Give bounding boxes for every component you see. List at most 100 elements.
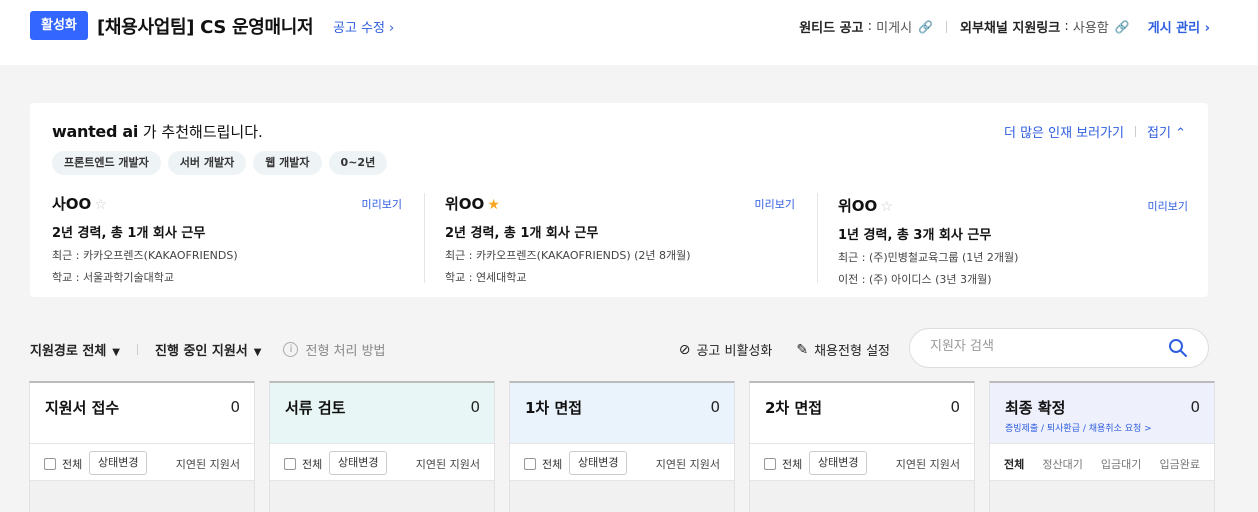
delayed-applications-link[interactable]: 지연된 지원서	[416, 456, 480, 472]
route-dropdown-label: 지원경로 전체	[30, 344, 107, 359]
column-header: 2차 면접 0	[750, 383, 974, 443]
column-count: 0	[950, 398, 960, 416]
stage-column-second-interview: 2차 면접 0 전체 상태변경 지연된 지원서	[749, 381, 975, 512]
link-icon[interactable]: 🔗	[918, 20, 933, 34]
column-body	[990, 481, 1214, 512]
star-icon[interactable]: ☆	[880, 199, 893, 215]
search-icon[interactable]	[1168, 338, 1188, 358]
candidate-name: 사OO	[52, 195, 92, 213]
tab-all[interactable]: 전체	[1004, 456, 1024, 472]
wanted-ai-logo: wanted ai	[52, 122, 139, 141]
tag-chip[interactable]: 웹 개발자	[253, 151, 322, 175]
column-header: 최종 확정 0 증빙제출 / 퇴사환급 / 채용취소 요청 >	[990, 383, 1214, 443]
preview-link[interactable]: 미리보기	[755, 196, 795, 212]
divider	[946, 20, 948, 33]
link-icon[interactable]: 🔗	[1115, 20, 1130, 34]
chevron-right-icon: ›	[388, 21, 395, 36]
select-all-checkbox[interactable]	[284, 458, 296, 470]
column-body	[510, 481, 734, 512]
colon-text: :	[863, 19, 877, 34]
tab-deposit-pending[interactable]: 입금대기	[1101, 456, 1141, 472]
action-bar: ⊘ 공고 비활성화 ✎ 채용전형 설정	[678, 340, 890, 360]
ban-icon: ⊘	[678, 341, 691, 358]
divider	[817, 193, 818, 283]
fold-label: 접기	[1147, 126, 1171, 141]
edit-job-link[interactable]: 공고 수정 ›	[333, 17, 394, 36]
column-title: 최종 확정	[1005, 399, 1066, 417]
external-link-value: 사용함	[1072, 21, 1109, 36]
fold-button[interactable]: 접기 ⌃	[1147, 122, 1186, 141]
deactivate-button[interactable]: ⊘ 공고 비활성화	[678, 340, 773, 360]
select-all-checkbox[interactable]	[524, 458, 536, 470]
candidate-recent: 최근 : (주)민병철교육그룹 (1년 2개월)	[838, 251, 1019, 264]
status-change-button[interactable]: 상태변경	[329, 451, 388, 475]
delayed-applications-link[interactable]: 지연된 지원서	[656, 456, 720, 472]
select-all-label: 전체	[782, 458, 803, 471]
edit-job-label: 공고 수정	[333, 21, 385, 36]
process-settings-button[interactable]: ✎ 채용전형 설정	[796, 340, 890, 360]
column-toolbar: 전체 상태변경 지연된 지원서	[510, 443, 734, 481]
tag-chip[interactable]: 서버 개발자	[167, 151, 247, 175]
column-header: 서류 검토 0	[270, 383, 494, 443]
chevron-up-icon: ⌃	[1175, 126, 1186, 141]
delayed-applications-link[interactable]: 지연된 지원서	[176, 456, 240, 472]
tag-chip[interactable]: 프론트엔드 개발자	[52, 151, 161, 175]
preview-link[interactable]: 미리보기	[362, 196, 402, 212]
filter-bar: 지원경로 전체 ▼ 진행 중인 지원서 ▼ i 전형 처리 방법	[30, 340, 386, 359]
manage-post-link[interactable]: 게시 관리 ›	[1148, 17, 1210, 36]
divider	[137, 344, 138, 355]
candidate-card[interactable]: 위OO ☆ 미리보기 1년 경력, 총 3개 회사 근무 최근 : (주)민병철교…	[838, 195, 1188, 287]
candidate-school: 학교 : 서울과학기술대학교	[52, 271, 175, 284]
select-all-label: 전체	[62, 458, 83, 471]
wanted-post-label: 원티드 공고	[799, 21, 864, 36]
job-title: [채용사업팀] CS 운영매니저	[97, 17, 314, 38]
candidate-name: 위OO	[445, 195, 485, 213]
candidate-career: 2년 경력, 총 1개 회사 근무	[445, 226, 599, 241]
recommendation-heading-text: 가 추천해드립니다.	[142, 123, 263, 141]
tab-deposit-complete[interactable]: 입금완료	[1160, 456, 1200, 472]
search-input[interactable]	[930, 339, 1150, 354]
status-badge[interactable]: 활성화	[30, 11, 88, 40]
caret-down-icon: ▼	[112, 347, 120, 358]
status-change-button[interactable]: 상태변경	[89, 451, 148, 475]
candidate-school: 학교 : 연세대학교	[445, 271, 527, 284]
column-body	[750, 481, 974, 512]
settlement-tabs: 전체 정산대기 입금대기 입금완료	[1004, 456, 1200, 472]
progress-dropdown[interactable]: 진행 중인 지원서 ▼	[155, 340, 261, 359]
route-dropdown[interactable]: 지원경로 전체 ▼	[30, 340, 120, 359]
pencil-icon: ✎	[796, 341, 809, 358]
star-icon[interactable]: ☆	[94, 197, 107, 213]
process-settings-label: 채용전형 설정	[814, 344, 890, 359]
deactivate-label: 공고 비활성화	[696, 344, 773, 359]
column-body	[270, 481, 494, 512]
delayed-applications-link[interactable]: 지연된 지원서	[896, 456, 960, 472]
evidence-request-link[interactable]: 증빙제출 / 퇴사환급 / 채용취소 요청 >	[1005, 421, 1152, 434]
status-change-button[interactable]: 상태변경	[569, 451, 628, 475]
divider	[1135, 126, 1137, 137]
column-header: 지원서 접수 0	[30, 383, 254, 443]
process-help-label: 전형 처리 방법	[305, 344, 386, 359]
process-help-link[interactable]: i 전형 처리 방법	[283, 340, 386, 359]
tag-chip[interactable]: 0~2년	[328, 151, 388, 175]
column-title: 2차 면접	[765, 399, 823, 417]
preview-link[interactable]: 미리보기	[1148, 198, 1188, 214]
candidate-card[interactable]: 사OO ☆ 미리보기 2년 경력, 총 1개 회사 근무 최근 : 카카오프렌즈(…	[52, 193, 402, 285]
select-all-checkbox[interactable]	[764, 458, 776, 470]
manage-post-label: 게시 관리	[1147, 21, 1201, 36]
tab-settlement-pending[interactable]: 정산대기	[1042, 456, 1082, 472]
column-header: 1차 면접 0	[510, 383, 734, 443]
column-count: 0	[710, 398, 720, 416]
applicant-search[interactable]	[909, 328, 1209, 368]
progress-dropdown-label: 진행 중인 지원서	[155, 344, 248, 359]
select-all-checkbox[interactable]	[44, 458, 56, 470]
column-toolbar: 전체 상태변경 지연된 지원서	[270, 443, 494, 481]
candidate-name: 위OO	[838, 197, 878, 215]
star-icon[interactable]: ★	[487, 197, 500, 213]
stage-column-applied: 지원서 접수 0 전체 상태변경 지연된 지원서	[29, 381, 255, 512]
column-toolbar: 전체 상태변경 지연된 지원서	[30, 443, 254, 481]
candidate-career: 1년 경력, 총 3개 회사 근무	[838, 228, 992, 243]
column-title: 1차 면접	[525, 399, 583, 417]
status-change-button[interactable]: 상태변경	[809, 451, 868, 475]
candidate-card[interactable]: 위OO ★ 미리보기 2년 경력, 총 1개 회사 근무 최근 : 카카오프렌즈(…	[445, 193, 795, 285]
more-talent-link[interactable]: 더 많은 인재 보러가기	[1004, 122, 1124, 141]
